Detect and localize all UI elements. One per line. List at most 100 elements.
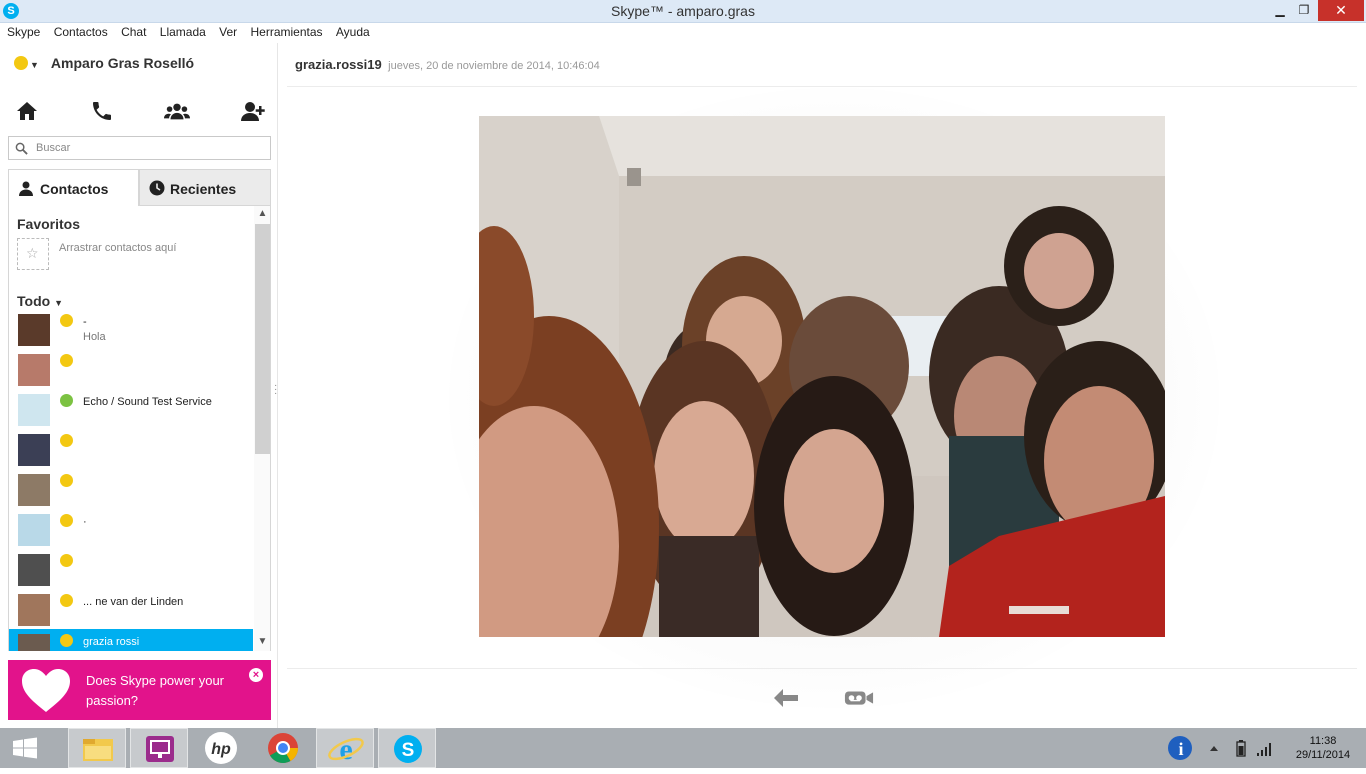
status-away-icon bbox=[60, 594, 73, 607]
left-panel: ▼ Amparo Gras Roselló Buscar Contactos Re… bbox=[0, 43, 278, 728]
avatar bbox=[18, 594, 50, 626]
status-away-icon bbox=[60, 514, 73, 527]
contact-list[interactable]: Favoritos ☆ Arrastrar contactos aquí Tod… bbox=[8, 206, 271, 651]
divider bbox=[287, 668, 1357, 669]
hp-icon[interactable]: hp bbox=[192, 728, 250, 768]
menu-skype[interactable]: Skype bbox=[7, 23, 40, 39]
search-placeholder: Buscar bbox=[36, 142, 71, 154]
scrollbar-thumb[interactable] bbox=[255, 224, 270, 454]
divider bbox=[287, 86, 1357, 87]
contact-list-item[interactable]: - Hola bbox=[9, 309, 253, 349]
profile-header[interactable]: ▼ Amparo Gras Roselló bbox=[14, 55, 194, 71]
window-title: Skype™ - amparo.gras bbox=[611, 3, 755, 19]
menu-ayuda[interactable]: Ayuda bbox=[336, 23, 370, 39]
tab-recientes-label: Recientes bbox=[170, 181, 237, 197]
contact-list-item[interactable]: · bbox=[9, 509, 253, 549]
menu-contactos[interactable]: Contactos bbox=[54, 23, 108, 39]
favorites-hint: Arrastrar contactos aquí bbox=[59, 242, 177, 254]
back-arrow-icon[interactable] bbox=[771, 686, 801, 710]
tab-contactos[interactable]: Contactos bbox=[8, 169, 139, 206]
promo-close-button[interactable]: × bbox=[249, 668, 263, 682]
nav-icons bbox=[0, 99, 278, 123]
avatar bbox=[18, 394, 50, 426]
menu-llamada[interactable]: Llamada bbox=[160, 23, 206, 39]
status-away-icon bbox=[60, 314, 73, 327]
contact-list-item[interactable] bbox=[9, 429, 253, 469]
contact-name: - bbox=[83, 316, 87, 328]
menu-chat[interactable]: Chat bbox=[121, 23, 146, 39]
message-timestamp: jueves, 20 de noviembre de 2014, 10:46:0… bbox=[388, 60, 600, 72]
windows-start-icon[interactable] bbox=[0, 728, 50, 768]
star-icon: ☆ bbox=[26, 245, 39, 261]
avatar bbox=[18, 314, 50, 346]
contact-list-item[interactable]: Echo / Sound Test Service bbox=[9, 389, 253, 429]
contact-name: ... ne van der Linden bbox=[83, 596, 184, 608]
promo-text: Does Skype power your passion? bbox=[86, 673, 225, 708]
contact-list-item[interactable]: ... ne van der Linden bbox=[9, 589, 253, 629]
add-contact-icon[interactable] bbox=[240, 99, 266, 123]
status-away-icon bbox=[60, 634, 73, 647]
message-header: grazia.rossi19 jueves, 20 de noviembre d… bbox=[295, 56, 600, 74]
tray-expand-icon[interactable] bbox=[1205, 728, 1223, 768]
contact-list-item[interactable] bbox=[9, 549, 253, 589]
avatar bbox=[18, 514, 50, 546]
contact-list-item[interactable] bbox=[9, 349, 253, 389]
windows-taskbar: hp e S i 11:38 29/11/2014 bbox=[0, 728, 1366, 768]
contact-mood-message: Hola bbox=[83, 331, 106, 343]
svg-text:hp: hp bbox=[211, 741, 231, 758]
person-icon bbox=[19, 181, 33, 196]
contact-list-item[interactable] bbox=[9, 469, 253, 509]
profile-name: Amparo Gras Roselló bbox=[50, 55, 195, 71]
maximize-button[interactable]: ❐ bbox=[1290, 0, 1318, 21]
contact-name: Echo / Sound Test Service bbox=[83, 396, 212, 408]
all-contacts-label: Todo bbox=[17, 293, 51, 309]
system-clock[interactable]: 11:38 29/11/2014 bbox=[1290, 734, 1356, 762]
status-away-icon bbox=[60, 554, 73, 567]
all-contacts-heading[interactable]: Todo ▼ bbox=[17, 293, 63, 309]
tab-contactos-label: Contactos bbox=[40, 181, 109, 197]
file-explorer-button[interactable] bbox=[68, 728, 126, 768]
avatar bbox=[18, 354, 50, 386]
internet-explorer-button[interactable]: e bbox=[316, 728, 374, 768]
presentation-app-button[interactable] bbox=[130, 728, 188, 768]
conversation-area: grazia.rossi19 jueves, 20 de noviembre d… bbox=[279, 43, 1366, 728]
favorites-dropzone[interactable]: ☆ bbox=[17, 238, 49, 270]
contact-name: · bbox=[83, 516, 87, 528]
contact-list-scrollbar[interactable]: ▲ ▼ bbox=[254, 206, 270, 651]
avatar bbox=[18, 474, 50, 506]
contact-name: grazia rossi bbox=[83, 636, 140, 648]
status-away-icon[interactable] bbox=[14, 56, 28, 70]
battery-icon[interactable] bbox=[1232, 728, 1250, 768]
scroll-up-icon[interactable]: ▲ bbox=[254, 206, 270, 222]
panel-resize-handle[interactable]: · · · bbox=[274, 381, 277, 399]
chevron-down-icon[interactable]: ▼ bbox=[30, 60, 39, 70]
internet-explorer-icon: e bbox=[328, 733, 364, 766]
signal-icon[interactable] bbox=[1254, 728, 1274, 768]
avatar bbox=[18, 554, 50, 586]
skype-icon: S bbox=[394, 735, 422, 763]
skype-taskbar-button[interactable]: S bbox=[378, 728, 436, 768]
contact-list-item[interactable]: grazia rossi bbox=[9, 629, 253, 651]
chrome-icon[interactable] bbox=[254, 728, 312, 768]
clock-date: 29/11/2014 bbox=[1295, 749, 1351, 761]
avatar bbox=[18, 434, 50, 466]
menu-herramientas[interactable]: Herramientas bbox=[251, 23, 323, 39]
svg-text:e: e bbox=[339, 733, 352, 766]
scroll-down-icon[interactable]: ▼ bbox=[254, 634, 270, 650]
avatar bbox=[18, 634, 50, 651]
group-icon[interactable] bbox=[164, 99, 190, 123]
home-icon[interactable] bbox=[14, 99, 40, 123]
tab-recientes[interactable]: Recientes bbox=[139, 169, 271, 206]
promo-banner[interactable]: Does Skype power your passion? × bbox=[8, 660, 271, 720]
sender-name[interactable]: grazia.rossi19 bbox=[295, 57, 382, 72]
menu-bar: Skype Contactos Chat Llamada Ver Herrami… bbox=[0, 23, 1366, 43]
clock-icon bbox=[149, 180, 165, 196]
close-button[interactable]: ✕ bbox=[1318, 0, 1364, 21]
menu-ver[interactable]: Ver bbox=[219, 23, 237, 39]
phone-icon[interactable] bbox=[89, 99, 115, 123]
search-input[interactable]: Buscar bbox=[8, 136, 271, 160]
chevron-down-icon[interactable]: ▼ bbox=[54, 298, 63, 308]
video-message-icon[interactable] bbox=[844, 686, 874, 710]
shared-photo[interactable] bbox=[479, 116, 1165, 637]
info-notification-icon[interactable]: i bbox=[1160, 728, 1200, 768]
